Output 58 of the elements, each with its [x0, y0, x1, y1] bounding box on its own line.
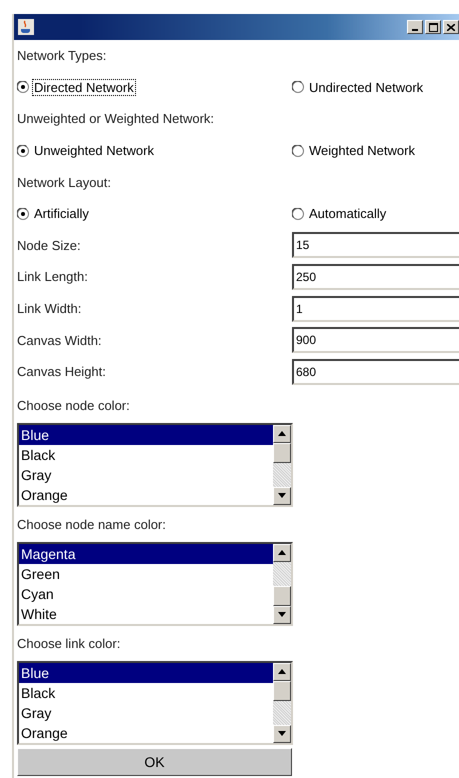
list-label: Choose node name color:: [17, 516, 166, 532]
scroll-up-button[interactable]: [273, 544, 291, 562]
radio-button-icon[interactable]: [292, 144, 304, 157]
window-control-button[interactable]: [443, 20, 459, 34]
down-arrow-icon: [278, 493, 286, 498]
list-item[interactable]: Blue: [19, 662, 273, 683]
down-arrow-icon: [278, 612, 286, 618]
field-label: Link Length:: [17, 269, 89, 284]
section-label: Network Layout:: [17, 174, 112, 190]
color-list[interactable]: Blue Black Gray Orange: [17, 660, 293, 745]
scroll-bar[interactable]: [273, 662, 291, 743]
up-arrow-icon: [278, 669, 286, 674]
radio-option[interactable]: Automatically: [292, 205, 388, 222]
up-arrow-icon: [278, 431, 286, 436]
section-label: Network Types:: [17, 48, 108, 64]
down-arrow-icon: [278, 731, 286, 736]
ok-button[interactable]: OK: [17, 748, 292, 776]
scroll-thumb[interactable]: [273, 680, 291, 701]
scroll-bar[interactable]: [273, 544, 291, 624]
radio-button-icon[interactable]: [17, 208, 29, 220]
field-label: Canvas Width:: [17, 332, 103, 348]
window-control-button[interactable]: [425, 20, 441, 34]
scroll-up-button[interactable]: [273, 662, 291, 681]
list-item[interactable]: Magenta: [19, 544, 273, 564]
coffee-cup-icon: [18, 19, 34, 35]
scroll-down-button[interactable]: [273, 606, 291, 624]
maximize-icon: [428, 22, 438, 32]
radio-option[interactable]: Unweighted Network: [17, 142, 156, 160]
input-field[interactable]: 1: [292, 296, 459, 322]
scroll-down-button[interactable]: [273, 486, 291, 505]
section-label: Unweighted or Weighted Network:: [17, 111, 216, 126]
radio-option[interactable]: Weighted Network: [292, 142, 417, 160]
list-label: Choose link color:: [17, 636, 120, 651]
color-list[interactable]: Blue Black Gray Orange: [17, 422, 293, 507]
input-field[interactable]: 900: [292, 327, 459, 354]
scroll-thumb[interactable]: [273, 442, 291, 463]
radio-option[interactable]: Artificially: [17, 205, 91, 222]
window-control-button[interactable]: [407, 20, 423, 34]
close-icon: [447, 24, 455, 30]
field-label: Canvas Height:: [17, 364, 107, 380]
up-arrow-icon: [278, 550, 286, 556]
radio-button-icon[interactable]: [17, 81, 29, 94]
radio-button-icon[interactable]: [17, 144, 29, 157]
scroll-thumb[interactable]: [273, 586, 291, 606]
field-label: Link Width:: [17, 301, 82, 316]
radio-option[interactable]: Undirected Network: [292, 78, 426, 96]
radio-button-icon[interactable]: [292, 208, 304, 220]
color-list[interactable]: Magenta Green Cyan White: [17, 542, 293, 626]
list-item[interactable]: Blue: [19, 424, 273, 445]
list-label: Choose node color:: [17, 398, 130, 413]
scroll-down-button[interactable]: [273, 724, 291, 743]
radio-button-icon[interactable]: [292, 81, 304, 94]
input-field[interactable]: 680: [292, 358, 459, 385]
input-field[interactable]: 250: [292, 264, 459, 290]
scroll-bar[interactable]: [273, 424, 291, 505]
scroll-up-button[interactable]: [273, 424, 291, 443]
field-label: Node Size:: [17, 238, 82, 253]
input-field[interactable]: 15: [292, 232, 459, 258]
